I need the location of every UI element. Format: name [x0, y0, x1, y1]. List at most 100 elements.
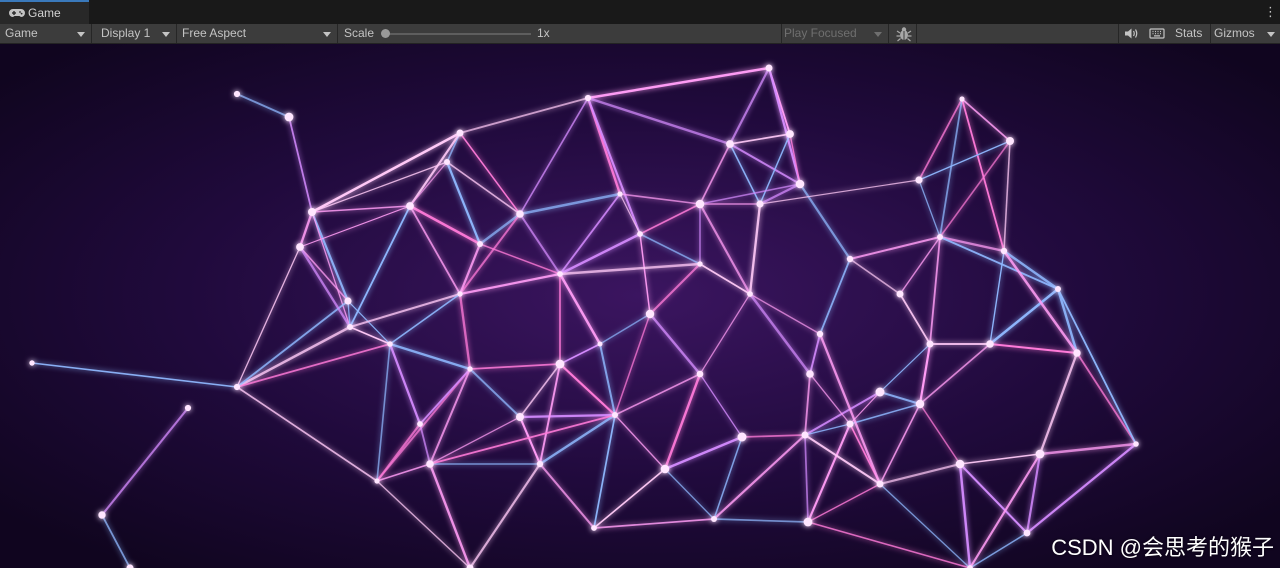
network-node	[986, 340, 994, 348]
network-node	[846, 255, 854, 263]
network-node	[1073, 349, 1081, 357]
bug-icon	[896, 27, 912, 42]
network-node	[756, 200, 764, 208]
network-node	[406, 202, 414, 210]
network-node	[937, 234, 943, 240]
network-node	[457, 291, 463, 297]
network-node	[915, 176, 923, 184]
network-node	[737, 432, 747, 442]
network-node	[557, 271, 563, 277]
play-mode-label: Play Focused	[784, 26, 857, 40]
network-node	[29, 360, 35, 366]
scale-slider-thumb[interactable]	[381, 29, 390, 38]
kebab-menu-icon[interactable]: ⋮	[1264, 4, 1277, 20]
network-node	[1055, 286, 1061, 292]
network-node	[803, 517, 813, 527]
network-node	[617, 191, 623, 197]
tab-game[interactable]: Game	[0, 0, 89, 24]
game-toolbar: Game Display 1 Free Aspect Scale 1x Play…	[0, 24, 1280, 44]
network-node	[806, 370, 814, 378]
network-node	[786, 130, 794, 138]
aspect-label: Free Aspect	[182, 26, 247, 40]
network-node	[1023, 529, 1031, 537]
network-node	[726, 140, 734, 148]
network-node	[344, 297, 352, 305]
debug-button[interactable]	[893, 24, 915, 43]
network-node	[536, 460, 544, 468]
neon-network-scene	[0, 44, 1280, 568]
network-node	[426, 460, 434, 468]
toolbar-divider	[916, 24, 917, 43]
network-node	[477, 241, 483, 247]
network-node	[637, 231, 643, 237]
network-node	[1000, 247, 1008, 255]
mute-audio-button[interactable]	[1121, 24, 1141, 43]
network-node	[645, 309, 655, 319]
chevron-down-icon	[162, 32, 170, 37]
speaker-icon	[1125, 28, 1138, 39]
stats-button[interactable]: Stats	[1175, 24, 1202, 43]
display-dropdown[interactable]: Display 1	[96, 24, 177, 43]
network-node	[555, 359, 565, 369]
network-node	[284, 112, 294, 122]
network-node	[696, 370, 704, 378]
keyboard-icon	[1149, 28, 1165, 39]
network-node	[98, 511, 106, 519]
network-node	[846, 420, 854, 428]
network-node	[516, 210, 524, 218]
scale-label: Scale	[344, 26, 375, 40]
play-mode-dropdown[interactable]: Play Focused	[782, 24, 889, 43]
network-node	[374, 478, 380, 484]
network-node	[695, 199, 705, 209]
view-mode-dropdown[interactable]: Game	[0, 24, 92, 43]
network-node	[896, 290, 904, 298]
chevron-down-icon	[323, 32, 331, 37]
network-node	[417, 421, 423, 427]
network-node	[233, 383, 241, 391]
network-node	[584, 94, 592, 102]
aspect-dropdown[interactable]: Free Aspect	[177, 24, 338, 43]
network-node	[1006, 137, 1014, 145]
network-node	[597, 341, 603, 347]
network-node	[184, 404, 192, 412]
gizmos-dropdown[interactable]	[1262, 24, 1280, 43]
network-node	[387, 341, 393, 347]
chevron-down-icon	[874, 32, 882, 37]
game-viewport[interactable]: CSDN @会思考的猴子	[0, 44, 1280, 568]
network-node	[308, 208, 316, 216]
network-node	[233, 90, 241, 98]
network-node	[1035, 449, 1045, 459]
network-node	[456, 129, 464, 137]
gizmos-button[interactable]: Gizmos	[1214, 24, 1255, 43]
network-node	[795, 179, 805, 189]
network-node	[296, 243, 304, 251]
chevron-down-icon	[77, 32, 85, 37]
scale-slider-track[interactable]	[387, 33, 531, 35]
network-node	[955, 459, 965, 469]
network-node	[612, 412, 618, 418]
chevron-down-icon	[1267, 32, 1275, 37]
network-node	[516, 413, 524, 421]
network-node	[347, 324, 353, 330]
scale-value: 1x	[537, 26, 550, 40]
display-label: Display 1	[101, 26, 151, 40]
network-node	[591, 525, 597, 531]
view-mode-label: Game	[5, 26, 38, 40]
network-node	[660, 464, 670, 474]
tab-label: Game	[28, 6, 61, 20]
network-node	[959, 96, 965, 102]
network-node	[801, 431, 809, 439]
toolbar-divider	[1210, 24, 1211, 43]
gamepad-icon	[9, 9, 25, 17]
network-node	[711, 516, 717, 522]
toolbar-divider	[1118, 24, 1119, 43]
network-node	[1133, 441, 1139, 447]
network-node	[875, 387, 885, 397]
network-node	[747, 291, 753, 297]
tab-bar: Game ⋮	[0, 0, 1280, 24]
network-node	[816, 330, 824, 338]
network-node	[926, 340, 934, 348]
network-node	[467, 366, 473, 372]
shortcuts-button[interactable]	[1145, 24, 1169, 43]
watermark-text: CSDN @会思考的猴子	[1051, 535, 1274, 560]
